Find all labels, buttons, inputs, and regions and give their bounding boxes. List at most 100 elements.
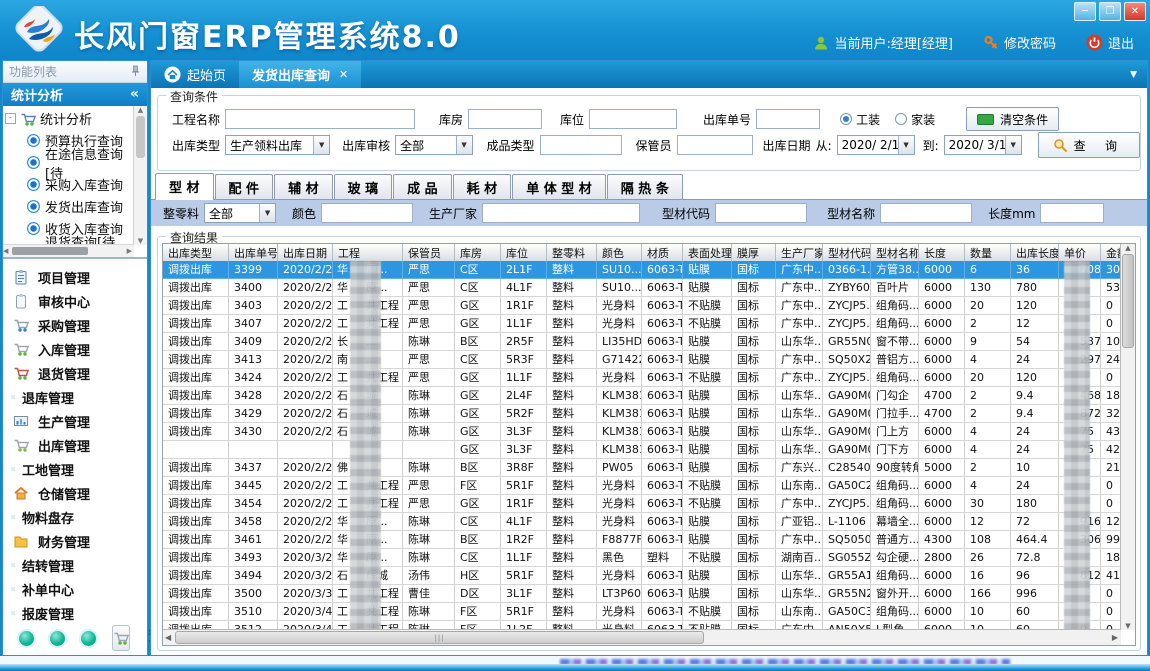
column-header[interactable]: 出库类型 <box>163 244 229 261</box>
column-header[interactable]: 型材代码 <box>823 244 871 261</box>
table-row[interactable]: 调拨出库34002020/2/25华原...严思C区4L1F整料SU10...6… <box>163 279 1121 297</box>
column-header[interactable]: 出库长度 <box>1011 244 1059 261</box>
table-row[interactable]: 调拨出库34372020/2/27佛...陈琳B区3R8F整料PW056063-… <box>163 459 1121 477</box>
column-header[interactable]: 单价 <box>1059 244 1101 261</box>
results-horizontal-scrollbar[interactable]: ◀|||▶ <box>163 629 1121 645</box>
dropdown-icon[interactable] <box>898 136 914 154</box>
dropdown-icon[interactable] <box>1005 136 1021 154</box>
logout-button[interactable]: 退出 <box>1086 33 1134 52</box>
material-tab[interactable]: 辅 材 <box>274 174 333 199</box>
radio-home-decoration[interactable] <box>895 113 907 125</box>
date-to-picker[interactable]: 2020/ 3/16 <box>944 135 1022 155</box>
tab-overflow-icon[interactable]: ▼ <box>1130 70 1147 80</box>
tab-home[interactable]: 起始页 <box>151 61 239 88</box>
material-tab[interactable]: 隔 热 条 <box>607 174 683 199</box>
module-dot-icon[interactable] <box>19 631 34 646</box>
material-tab[interactable]: 玻 璃 <box>334 174 393 199</box>
material-tab[interactable]: 单 体 型 材 <box>512 174 606 199</box>
tree-vertical-scrollbar[interactable]: ▲▼ <box>133 106 147 245</box>
table-row[interactable]: 调拨出库34302020/2/26石城陈琳G区3L3F整料KLM38176063… <box>163 423 1121 441</box>
tree-horizontal-scrollbar[interactable]: ◀▶ <box>3 244 134 257</box>
column-header[interactable]: 保管员 <box>403 244 455 261</box>
tree-item[interactable]: 采购入库查询 <box>5 174 133 196</box>
table-row[interactable]: 调拨出库34292020/2/26石城陈琳G区5R2F整料KLM38176063… <box>163 405 1121 423</box>
profile-name-input[interactable] <box>880 203 972 223</box>
sidebar-module[interactable]: 仓储管理 <box>3 481 147 505</box>
column-header[interactable]: 整零料 <box>547 244 597 261</box>
module-dot-icon[interactable] <box>50 631 65 646</box>
date-from-picker[interactable]: 2020/ 2/16 <box>837 135 915 155</box>
table-row[interactable]: 调拨出库34582020/2/28华原...陈琳C区4L1F整料光身料6063-… <box>163 513 1121 531</box>
material-tab[interactable]: 配 件 <box>215 174 274 199</box>
sidebar-group-header[interactable]: 统计分析 « <box>3 83 147 106</box>
table-row[interactable]: 调拨出库34282020/2/26石城陈琳G区2L4F整料KLM38176063… <box>163 387 1121 405</box>
sidebar-module[interactable]: 项目管理 <box>3 265 147 289</box>
column-header[interactable]: 材质 <box>642 244 683 261</box>
sidebar-module[interactable]: 审核中心 <box>3 289 147 313</box>
product-type-input[interactable] <box>540 135 622 155</box>
project-name-input[interactable] <box>225 109 415 129</box>
cart-shortcut-button[interactable] <box>112 625 130 651</box>
table-row[interactable]: 调拨出库34452020/2/27工共工程严思F区5R1F整料光身料6063-T… <box>163 477 1121 495</box>
collapse-icon[interactable]: « <box>130 86 139 102</box>
column-header[interactable]: 数量 <box>965 244 1011 261</box>
audit-select[interactable]: 全部 <box>395 135 472 155</box>
close-button[interactable]: ✕ <box>1124 2 1146 21</box>
sidebar-module[interactable]: 报废管理 <box>3 601 147 625</box>
sidebar-module[interactable]: 财务管理 <box>3 529 147 553</box>
table-row[interactable]: 调拨出库35002020/3/3工共工程曹佳D区3L1F整料LT3P606063… <box>163 585 1121 603</box>
tree-item[interactable]: 发货出库查询 <box>5 196 133 218</box>
table-row[interactable]: 调拨出库34612020/2/28华原...陈琳B区1R2F整料F8877FT6… <box>163 531 1121 549</box>
color-input[interactable] <box>321 203 413 223</box>
table-row[interactable]: 调拨出库34072020/2/25工共工程严思G区1L1F整料光身料6063-T… <box>163 315 1121 333</box>
column-header[interactable]: 表面处理 <box>683 244 732 261</box>
column-header[interactable]: 库房 <box>455 244 501 261</box>
out-type-select[interactable]: 生产领料出库 <box>225 135 330 155</box>
tab-close-icon[interactable]: ✕ <box>339 68 348 81</box>
length-input[interactable] <box>1040 203 1104 223</box>
search-button[interactable]: 查 询 <box>1038 132 1140 158</box>
tree-expander-icon[interactable]: - <box>5 113 16 124</box>
table-row[interactable]: 调拨出库34132020/2/26南...严思C区5R3F整料G71422606… <box>163 351 1121 369</box>
maker-input[interactable] <box>482 203 640 223</box>
column-header[interactable]: 长度 <box>919 244 965 261</box>
table-row[interactable]: 调拨出库34092020/2/25长...陈琳B区2R5F整料LI35HD606… <box>163 333 1121 351</box>
table-row[interactable]: 调拨出库34242020/2/26工共工程严思G区1L1F整料光身料6063-T… <box>163 369 1121 387</box>
minimize-button[interactable]: ─ <box>1074 2 1096 21</box>
change-password-button[interactable]: 修改密码 <box>983 33 1056 52</box>
whole-piece-select[interactable]: 全部 <box>204 203 276 223</box>
table-row[interactable]: 调拨出库34942020/3/2石辉城汤伟H区5R1F整料光身料6063-T5贴… <box>163 567 1121 585</box>
pin-icon[interactable] <box>130 65 141 77</box>
warehouse-input[interactable] <box>468 109 542 129</box>
table-row[interactable]: G区3L3F整料KLM38176063-T5贴膜国标山东华...GA90M09.… <box>163 441 1121 459</box>
table-row[interactable]: 调拨出库33992020/2/25华原...严思C区2L1F整料SU10...6… <box>163 261 1121 279</box>
tree-root[interactable]: - 统计分析 <box>5 108 133 130</box>
location-input[interactable] <box>589 109 677 129</box>
sidebar-module[interactable]: 工地管理 <box>3 457 147 481</box>
column-header[interactable]: 生产厂家 <box>776 244 823 261</box>
material-tab[interactable]: 耗 材 <box>453 174 512 199</box>
tab-shipment-query[interactable]: 发货出库查询 ✕ <box>239 61 361 88</box>
column-header[interactable]: 出库单号 <box>229 244 278 261</box>
sidebar-module[interactable]: 补单中心 <box>3 577 147 601</box>
module-dot-icon[interactable] <box>81 631 96 646</box>
sidebar-module[interactable]: 退货管理 <box>3 361 147 385</box>
sidebar-module[interactable]: 出库管理 <box>3 433 147 457</box>
column-header[interactable]: 库位 <box>501 244 547 261</box>
radio-work-clothing[interactable] <box>840 113 852 125</box>
column-header[interactable]: 型材名称 <box>871 244 919 261</box>
table-row[interactable]: 调拨出库35102020/3/4工共工程陈琳F区5R1F整料光身料6063-T5… <box>163 603 1121 621</box>
table-row[interactable]: 调拨出库34032020/2/25工共工程严思G区1R1F整料光身料6063-T… <box>163 297 1121 315</box>
out-no-input[interactable] <box>756 109 820 129</box>
results-vertical-scrollbar[interactable]: ▲▼ <box>1120 244 1135 630</box>
keeper-input[interactable] <box>677 135 753 155</box>
material-tab[interactable]: 成 品 <box>393 174 452 199</box>
dropdown-icon[interactable] <box>456 136 472 154</box>
table-row[interactable]: 调拨出库34542020/2/28工共工程严思G区1R1F整料光身料6063-T… <box>163 495 1121 513</box>
tree-item[interactable]: 在途信息查询[待 <box>5 152 133 174</box>
sidebar-module[interactable]: 结转管理 <box>3 553 147 577</box>
sidebar-module[interactable]: 入库管理 <box>3 337 147 361</box>
sidebar-module[interactable]: 生产管理 <box>3 409 147 433</box>
dropdown-icon[interactable] <box>313 136 329 154</box>
sidebar-module[interactable]: 退库管理 <box>3 385 147 409</box>
